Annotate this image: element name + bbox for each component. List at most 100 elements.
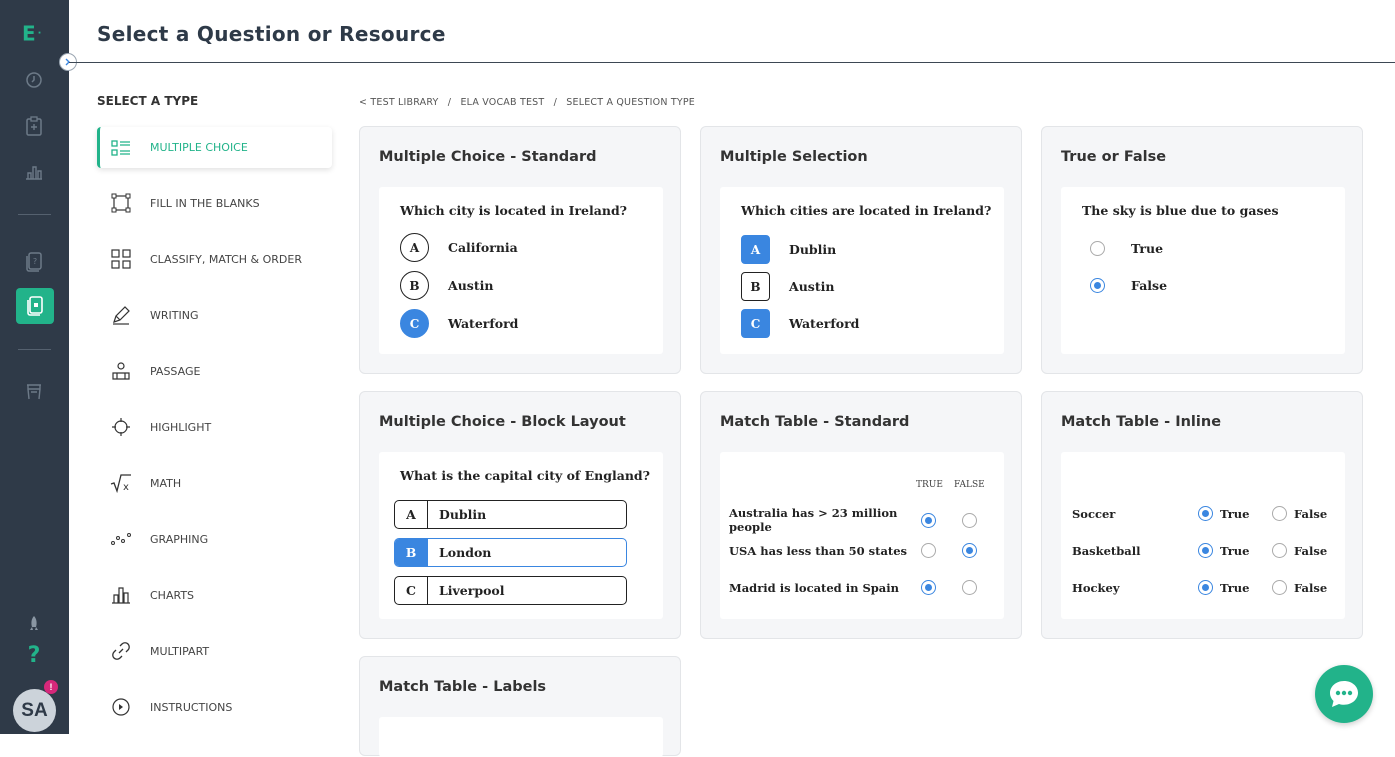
- type-list: MULTIPLE CHOICE FILL IN THE BLANKS CLASS…: [97, 126, 332, 735]
- avatar[interactable]: SA: [13, 689, 56, 732]
- breadcrumb-back-link[interactable]: < TEST LIBRARY: [359, 97, 439, 108]
- preview-option: A Dublin: [741, 235, 836, 264]
- preview-question: Which cities are located in Ireland?: [741, 203, 992, 218]
- svg-text:?: ?: [33, 257, 37, 266]
- preview-option: C Liverpool: [394, 576, 627, 605]
- blank-frame-icon: [110, 192, 132, 214]
- card-match-inline[interactable]: Match Table - Inline Soccer True False Bas…: [1041, 391, 1363, 639]
- breadcrumb-separator: /: [447, 97, 452, 108]
- help-icon[interactable]: ?: [20, 641, 48, 669]
- clipboard-icon[interactable]: [20, 112, 48, 140]
- card-title: Multiple Choice - Block Layout: [379, 414, 626, 430]
- type-item-charts[interactable]: CHARTS: [97, 567, 332, 623]
- type-item-instructions[interactable]: INSTRUCTIONS: [97, 679, 332, 735]
- crosshair-icon: [110, 416, 132, 438]
- type-item-label: MULTIPLE CHOICE: [150, 141, 248, 154]
- preview-option: C Waterford: [400, 309, 518, 338]
- preview-question: The sky is blue due to gases: [1082, 203, 1279, 218]
- question-bank-icon[interactable]: ?: [20, 248, 48, 276]
- header-divider: [69, 62, 1395, 63]
- type-item-label: WRITING: [150, 308, 199, 322]
- play-circle-icon: [110, 696, 132, 718]
- col-header-false: FALSE: [954, 480, 985, 490]
- card-preview: Soccer True False Basketball True False Hock…: [1061, 452, 1345, 619]
- preview-option: B Austin: [400, 271, 493, 300]
- type-item-label: MULTIPART: [150, 644, 210, 658]
- type-item-classify[interactable]: CLASSIFY, MATCH & ORDER: [97, 231, 332, 287]
- card-preview: The sky is blue due to gases True False: [1061, 187, 1345, 354]
- pen-icon: [110, 304, 132, 326]
- table-row: Basketball True False: [1072, 543, 1328, 558]
- passage-icon: [110, 360, 132, 382]
- table-row: Soccer True False: [1072, 506, 1328, 521]
- list-icon: [110, 137, 132, 159]
- sqrt-icon: x: [110, 472, 132, 494]
- grid-icon: [110, 248, 132, 270]
- card-preview: Which cities are located in Ireland? A Du…: [720, 187, 1004, 354]
- graph-icon: [110, 528, 132, 550]
- notification-badge: !: [44, 680, 58, 694]
- type-item-math[interactable]: x MATH: [97, 455, 332, 511]
- link-icon: [110, 640, 132, 662]
- card-mc-standard[interactable]: Multiple Choice - Standard Which city is…: [359, 126, 681, 374]
- type-item-multiple-choice[interactable]: MULTIPLE CHOICE: [97, 127, 332, 168]
- breadcrumb-separator: /: [553, 97, 558, 108]
- preview-option: B London: [394, 538, 627, 567]
- chat-button[interactable]: [1315, 665, 1373, 723]
- card-preview: [379, 717, 663, 757]
- rail-divider: [18, 214, 51, 215]
- type-item-label: INSTRUCTIONS: [150, 700, 233, 714]
- preview-option: A California: [400, 233, 518, 262]
- breadcrumb-test-link[interactable]: ELA VOCAB TEST: [460, 97, 544, 108]
- type-item-label: CHARTS: [150, 588, 195, 602]
- card-match-standard[interactable]: Match Table - Standard TRUE FALSE Austra…: [700, 391, 1022, 639]
- card-match-labels[interactable]: Match Table - Labels: [359, 656, 681, 757]
- app-logo[interactable]: E ·: [22, 20, 41, 46]
- table-row: Hockey True False: [1072, 580, 1328, 595]
- card-title: True or False: [1061, 149, 1167, 165]
- bar-chart-icon: [110, 584, 132, 606]
- rocket-icon[interactable]: [20, 610, 48, 638]
- table-row: USA has less than 50 states: [729, 543, 977, 558]
- item-bank-icon[interactable]: [16, 288, 54, 324]
- type-item-writing[interactable]: WRITING: [97, 287, 332, 343]
- preview-option: True: [1090, 241, 1163, 256]
- table-row: Madrid is located in Spain: [729, 580, 977, 595]
- type-item-label: CLASSIFY, MATCH & ORDER: [150, 252, 302, 266]
- breadcrumb: < TEST LIBRARY / ELA VOCAB TEST / SELECT…: [359, 97, 701, 108]
- preview-question: Which city is located in Ireland?: [400, 203, 628, 218]
- type-item-label: HIGHLIGHT: [150, 420, 212, 434]
- preview-option: B Austin: [741, 272, 834, 301]
- type-item-highlight[interactable]: HIGHLIGHT: [97, 399, 332, 455]
- preview-option: C Waterford: [741, 309, 859, 338]
- chat-bubble-icon: [1330, 681, 1358, 707]
- card-true-false[interactable]: True or False The sky is blue due to gas…: [1041, 126, 1363, 374]
- table-row: Australia has > 23 million people: [729, 506, 977, 534]
- card-title: Match Table - Labels: [379, 679, 547, 695]
- card-title: Multiple Selection: [720, 149, 868, 165]
- type-item-passage[interactable]: PASSAGE: [97, 343, 332, 399]
- col-header-true: TRUE: [916, 480, 943, 490]
- card-title: Match Table - Inline: [1061, 414, 1222, 430]
- card-multiple-selection[interactable]: Multiple Selection Which cities are loca…: [700, 126, 1022, 374]
- type-item-fill-blanks[interactable]: FILL IN THE BLANKS: [97, 175, 332, 231]
- type-item-graphing[interactable]: GRAPHING: [97, 511, 332, 567]
- dashboard-icon[interactable]: [20, 66, 48, 94]
- page-title: Select a Question or Resource: [97, 22, 446, 46]
- left-rail: E · ? ? SA !: [0, 0, 69, 734]
- card-preview: TRUE FALSE Australia has > 23 million pe…: [720, 452, 1004, 619]
- card-preview: What is the capital city of England? A Du…: [379, 452, 663, 619]
- reports-icon[interactable]: [20, 158, 48, 186]
- svg-text:x: x: [123, 482, 129, 493]
- card-preview: Which city is located in Ireland? A Calif…: [379, 187, 663, 354]
- type-item-multipart[interactable]: MULTIPART: [97, 623, 332, 679]
- type-heading: SELECT A TYPE: [97, 94, 199, 108]
- breadcrumb-current: SELECT A QUESTION TYPE: [566, 97, 695, 108]
- card-title: Multiple Choice - Standard: [379, 149, 597, 165]
- card-title: Match Table - Standard: [720, 414, 910, 430]
- classroom-icon[interactable]: [20, 378, 48, 406]
- type-item-label: PASSAGE: [150, 364, 201, 378]
- type-item-label: FILL IN THE BLANKS: [150, 196, 260, 210]
- card-mc-block[interactable]: Multiple Choice - Block Layout What is t…: [359, 391, 681, 639]
- type-item-label: GRAPHING: [150, 532, 209, 546]
